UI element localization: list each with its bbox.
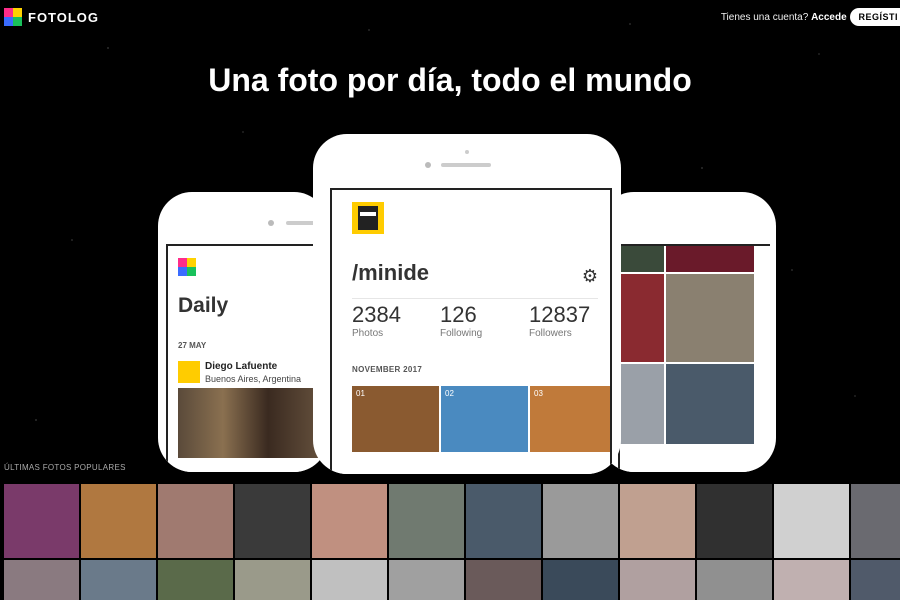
popular-photo-thumbnail[interactable]	[697, 484, 772, 558]
account-question: Tienes una cuenta?	[720, 12, 809, 23]
popular-photo-thumbnail[interactable]	[543, 560, 618, 600]
popular-photo-thumbnail[interactable]	[235, 484, 310, 558]
popular-photo-thumbnail[interactable]	[774, 484, 849, 558]
grid-photo	[620, 274, 664, 362]
hero-title: Una foto por día, todo el mundo	[208, 62, 692, 98]
login-link[interactable]: Accede	[811, 12, 847, 23]
profile-photo: 02	[441, 386, 528, 452]
camera-icon	[268, 220, 274, 226]
popular-photo-thumbnail[interactable]	[389, 560, 464, 600]
popular-photo-thumbnail[interactable]	[158, 560, 233, 600]
month-label: NOVEMBER 2017	[352, 365, 423, 374]
photo-number: 03	[534, 389, 543, 398]
popular-photo-thumbnail[interactable]	[389, 484, 464, 558]
popular-photo-thumbnail[interactable]	[697, 560, 772, 600]
stat-photos: 2384 Photos	[352, 302, 401, 339]
divider	[352, 298, 598, 299]
popular-photo-thumbnail[interactable]	[543, 484, 618, 558]
popular-photo-thumbnail[interactable]	[4, 484, 79, 558]
site-header: FOTOLOG Tienes una cuenta? Accede o REGÍ…	[0, 0, 900, 36]
profile-photo: 03	[530, 386, 610, 452]
stat-label: Following	[440, 328, 483, 339]
profile-avatar	[352, 202, 384, 234]
popular-photo-thumbnail[interactable]	[774, 560, 849, 600]
popular-photo-thumbnail[interactable]	[851, 560, 900, 600]
photo-grid-screen	[618, 244, 770, 472]
stat-value: 2384	[352, 302, 401, 327]
photo-number: 01	[356, 389, 365, 398]
popular-photo-thumbnail[interactable]	[312, 560, 387, 600]
popular-photo-thumbnail[interactable]	[312, 484, 387, 558]
fotolog-logo-icon	[4, 8, 22, 26]
popular-photo-thumbnail[interactable]	[81, 560, 156, 600]
register-button[interactable]: REGÍSTI	[850, 8, 900, 26]
grid-photo	[620, 246, 664, 272]
phone-right-mockup	[600, 192, 776, 472]
popular-photo-thumbnail[interactable]	[466, 484, 541, 558]
gear-icon[interactable]: ⚙	[582, 266, 598, 287]
daily-date: 27 MAY	[178, 341, 207, 350]
popular-photo-thumbnail[interactable]	[81, 484, 156, 558]
stat-label: Followers	[529, 328, 572, 339]
grid-photo	[666, 274, 754, 362]
phone-center-mockup: /minide ⚙ 2384 Photos 126 Following 1283…	[313, 134, 621, 474]
profile-photo: 01	[352, 386, 439, 452]
grid-photo	[620, 364, 664, 444]
popular-photo-thumbnail[interactable]	[466, 560, 541, 600]
popular-photo-thumbnail[interactable]	[620, 484, 695, 558]
daily-user-location: Buenos Aires, Argentina	[205, 374, 302, 384]
phone-left-mockup: Daily 27 MAY Diego Lafuente Buenos Aires…	[158, 192, 328, 472]
daily-title: Daily	[178, 294, 229, 317]
profile-username: /minide	[352, 260, 430, 285]
account-prompt: Tienes una cuenta? Accede o	[721, 12, 858, 23]
camera-icon	[425, 162, 431, 168]
popular-photos-row	[4, 560, 900, 600]
brand-name: FOTOLOG	[28, 9, 100, 25]
popular-photos-label: ÚLTIMAS FOTOS POPULARES	[4, 463, 126, 472]
popular-photo-thumbnail[interactable]	[620, 560, 695, 600]
daily-photo	[178, 388, 328, 458]
stat-value: 12837	[529, 302, 591, 327]
user-avatar	[178, 361, 200, 383]
stat-following: 126 Following	[440, 302, 482, 339]
popular-photo-thumbnail[interactable]	[851, 484, 900, 558]
fotolog-small-logo-icon	[178, 258, 196, 276]
stat-followers: 12837 Followers	[529, 302, 590, 339]
popular-photo-thumbnail[interactable]	[235, 560, 310, 600]
daily-screen: Daily 27 MAY Diego Lafuente Buenos Aires…	[166, 244, 328, 472]
grid-photo	[666, 246, 754, 272]
daily-user-name: Diego Lafuente	[205, 361, 278, 372]
popular-photo-thumbnail[interactable]	[4, 560, 79, 600]
popular-photos-row	[4, 484, 900, 558]
popular-photo-thumbnail[interactable]	[158, 484, 233, 558]
stat-value: 126	[440, 302, 477, 327]
fotolog-logo[interactable]: FOTOLOG	[4, 8, 99, 26]
sensor-dot	[465, 150, 469, 154]
grid-photo	[666, 364, 754, 444]
profile-screen: /minide ⚙ 2384 Photos 126 Following 1283…	[330, 188, 612, 474]
photo-number: 02	[445, 389, 454, 398]
stat-label: Photos	[352, 328, 384, 339]
speaker-grille	[441, 163, 491, 167]
